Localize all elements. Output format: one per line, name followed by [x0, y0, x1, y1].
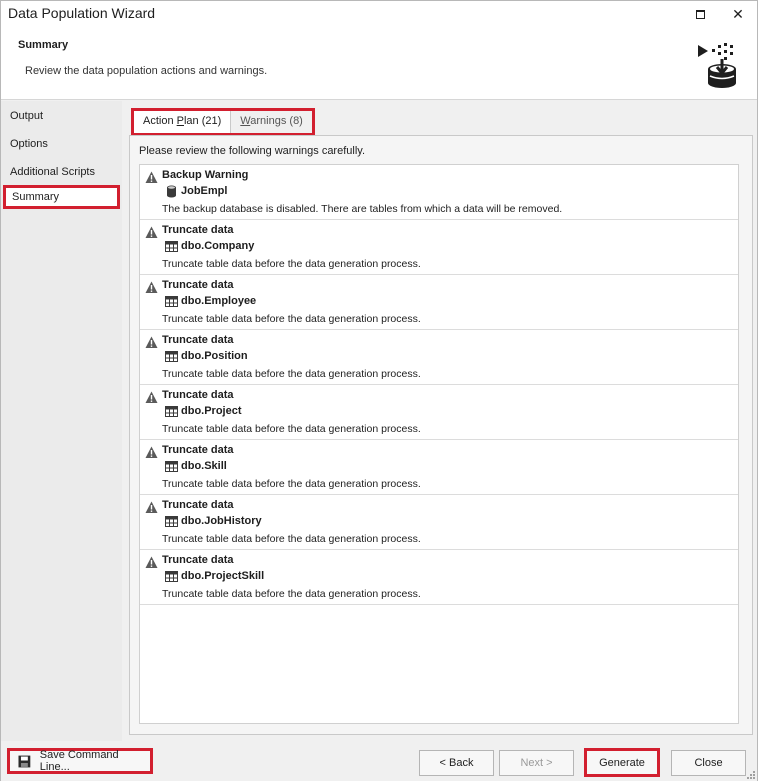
- warning-item[interactable]: Truncate data dbo.Project Truncate table d…: [140, 385, 738, 440]
- sidebar-item-output[interactable]: Output: [1, 105, 122, 129]
- warning-icon: [145, 336, 158, 348]
- sidebar-item-summary[interactable]: Summary: [3, 185, 120, 209]
- warning-title: Truncate data: [162, 224, 234, 236]
- warning-icon: [145, 556, 158, 568]
- warning-icon: [145, 446, 158, 458]
- warning-title: Backup Warning: [162, 169, 249, 181]
- warning-item[interactable]: Truncate data dbo.Employee Truncate table …: [140, 275, 738, 330]
- warning-title: Truncate data: [162, 334, 234, 346]
- wizard-header: Summary Review the data population actio…: [1, 27, 757, 100]
- warning-icon: [145, 226, 158, 238]
- tab-strip: Action Plan (21) Warnings (8): [131, 108, 315, 136]
- tab-warnings[interactable]: Warnings (8): [231, 111, 312, 133]
- warning-object: JobEmpl: [181, 185, 228, 197]
- intro-text: Please review the following warnings car…: [139, 145, 366, 157]
- table-icon: [165, 406, 178, 417]
- back-button[interactable]: < Back: [419, 750, 494, 776]
- page-subtitle: Review the data population actions and w…: [25, 65, 268, 77]
- warning-description: Truncate table data before the data gene…: [162, 588, 421, 600]
- warning-description: Truncate table data before the data gene…: [162, 258, 421, 270]
- database-icon: [167, 185, 176, 198]
- warning-description: Truncate table data before the data gene…: [162, 313, 421, 325]
- warning-object: dbo.Employee: [181, 295, 257, 307]
- warning-icon: [145, 281, 158, 293]
- table-icon: [165, 296, 178, 307]
- warning-title: Truncate data: [162, 499, 234, 511]
- warning-item[interactable]: Truncate data dbo.Skill Truncate table dat…: [140, 440, 738, 495]
- table-icon: [165, 241, 178, 252]
- warning-title: Truncate data: [162, 389, 234, 401]
- table-icon: [165, 461, 178, 472]
- sidebar-item-options[interactable]: Options: [1, 133, 122, 157]
- warning-description: Truncate table data before the data gene…: [162, 478, 421, 490]
- close-button[interactable]: Close: [671, 750, 746, 776]
- warning-object: dbo.Project: [181, 405, 242, 417]
- warning-object: dbo.JobHistory: [181, 515, 262, 527]
- wizard-window: Data Population Wizard ✕ Summary Review …: [0, 0, 758, 781]
- warning-item[interactable]: Truncate data dbo.JobHistory Truncate tabl…: [140, 495, 738, 550]
- warning-list[interactable]: Backup Warning JobEmpl The backup database…: [139, 164, 739, 724]
- warning-item[interactable]: Backup Warning JobEmpl The backup database…: [140, 165, 738, 220]
- save-command-line-label: Save Command Line...: [39, 749, 119, 773]
- warning-icon: [145, 391, 158, 403]
- maximize-button[interactable]: [683, 1, 717, 27]
- data-population-icon: [698, 43, 736, 88]
- tab-content: Please review the following warnings car…: [129, 135, 753, 735]
- warning-title: Truncate data: [162, 554, 234, 566]
- resize-grip-icon[interactable]: [745, 769, 755, 779]
- warning-object: dbo.Skill: [181, 460, 227, 472]
- table-icon: [165, 571, 178, 582]
- page-title: Summary: [18, 39, 69, 51]
- warning-description: Truncate table data before the data gene…: [162, 368, 421, 380]
- warning-description: Truncate table data before the data gene…: [162, 533, 421, 545]
- tab-action-plan[interactable]: Action Plan (21): [134, 111, 232, 133]
- save-command-line-button[interactable]: Save Command Line...: [7, 748, 153, 774]
- table-icon: [165, 351, 178, 362]
- table-icon: [165, 516, 178, 527]
- close-icon: ✕: [732, 5, 744, 22]
- maximize-icon: [695, 9, 705, 19]
- wizard-sidebar: Output Options Additional Scripts Summar…: [1, 101, 122, 741]
- title-bar: Data Population Wizard ✕: [1, 1, 757, 27]
- warning-title: Truncate data: [162, 444, 234, 456]
- warning-description: Truncate table data before the data gene…: [162, 423, 421, 435]
- floppy-disk-icon: [18, 755, 31, 767]
- generate-button[interactable]: Generate: [584, 748, 660, 777]
- wizard-footer: Save Command Line... < Back Next > Gener…: [1, 741, 757, 781]
- warning-object: dbo.Company: [181, 240, 255, 252]
- warning-description: The backup database is disabled. There a…: [162, 203, 563, 215]
- sidebar-item-additional-scripts[interactable]: Additional Scripts: [1, 161, 122, 185]
- next-button[interactable]: Next >: [499, 750, 574, 776]
- warning-item[interactable]: Truncate data dbo.Position Truncate table …: [140, 330, 738, 385]
- warning-item[interactable]: Truncate data dbo.Company Truncate table d…: [140, 220, 738, 275]
- window-title: Data Population Wizard: [8, 5, 156, 21]
- warning-item[interactable]: Truncate data dbo.ProjectSkill Truncate ta…: [140, 550, 738, 605]
- warning-icon: [145, 171, 158, 183]
- warning-title: Truncate data: [162, 279, 234, 291]
- summary-panel: Action Plan (21) Warnings (8) Please rev…: [123, 101, 757, 741]
- warning-icon: [145, 501, 158, 513]
- warning-object: dbo.ProjectSkill: [181, 570, 265, 582]
- close-window-button[interactable]: ✕: [721, 1, 755, 27]
- warning-object: dbo.Position: [181, 350, 248, 362]
